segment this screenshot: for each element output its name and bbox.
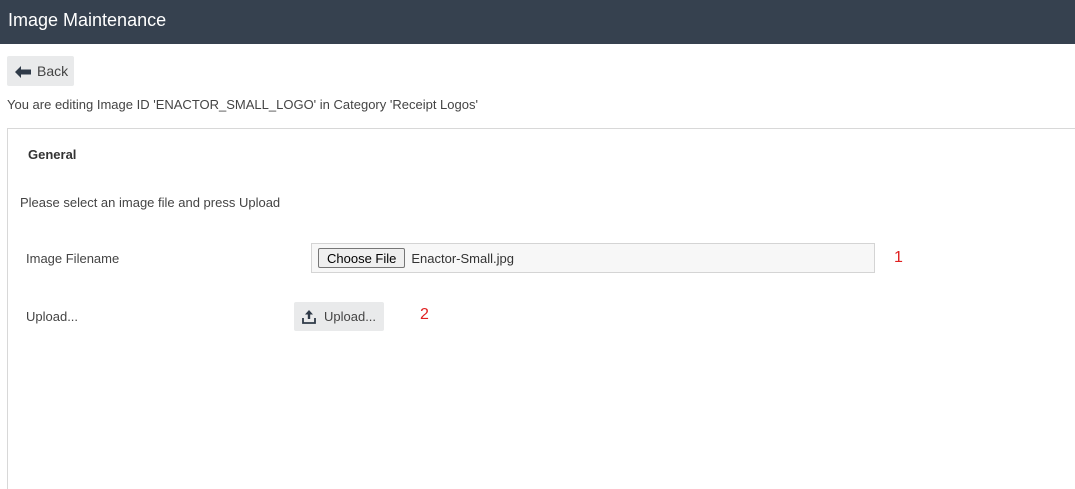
image-file-input[interactable]: Choose File Enactor-Small.jpg	[311, 243, 875, 273]
section-title-general: General	[28, 147, 77, 162]
annotation-marker-1: 1	[894, 249, 903, 266]
general-panel: General Please select an image file and …	[7, 128, 1075, 489]
title-bar: Image Maintenance	[0, 0, 1075, 44]
upload-button[interactable]: Upload...	[294, 302, 384, 331]
back-button[interactable]: Back	[7, 56, 74, 86]
upload-label: Upload...	[26, 309, 79, 324]
annotation-marker-2: 2	[420, 306, 429, 323]
image-filename-label: Image Filename	[26, 251, 120, 266]
arrow-left-icon	[15, 65, 31, 78]
back-button-label: Back	[37, 63, 69, 79]
upload-button-label: Upload...	[324, 309, 377, 324]
selected-file-name: Enactor-Small.jpg	[411, 250, 514, 266]
editing-info-text: You are editing Image ID 'ENACTOR_SMALL_…	[7, 97, 478, 112]
choose-file-button[interactable]: Choose File	[318, 248, 406, 268]
instruction-text: Please select an image file and press Up…	[20, 195, 281, 210]
page-title: Image Maintenance	[8, 10, 167, 30]
upload-icon	[302, 309, 316, 324]
